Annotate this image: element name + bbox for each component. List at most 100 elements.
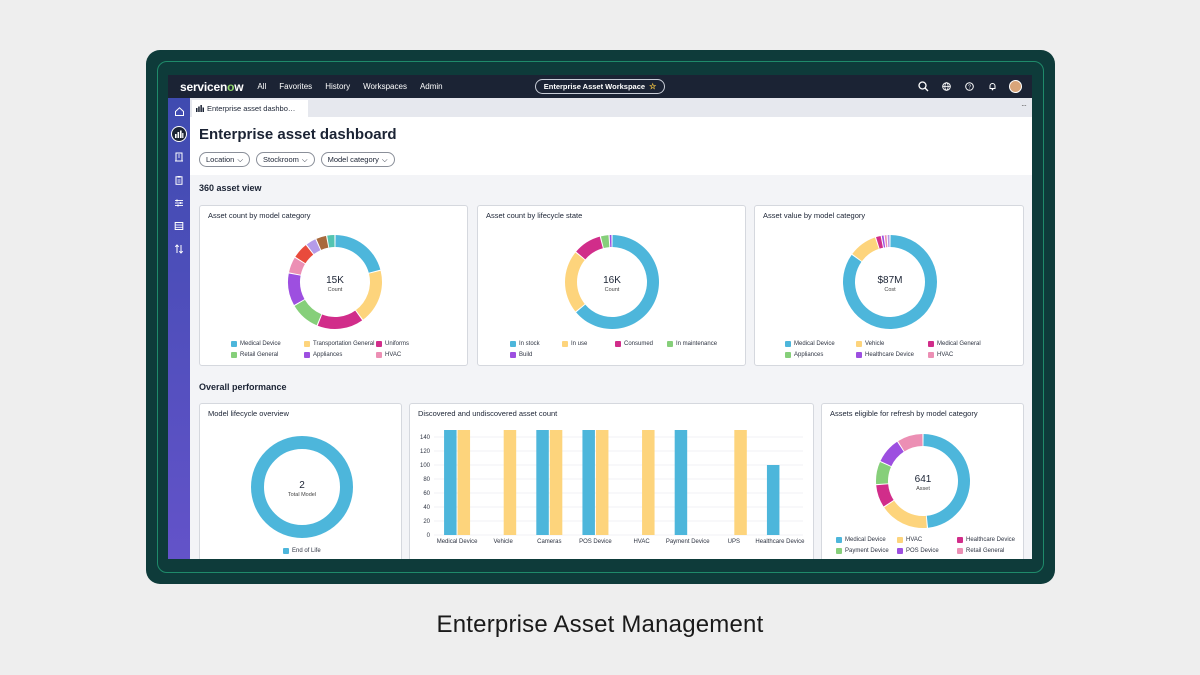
filter-bar: Location ⌵ Stockroom ⌵ Model category ⌵ (199, 152, 395, 167)
bar[interactable] (503, 430, 517, 535)
home-icon[interactable] (171, 103, 187, 119)
y-tick-label: 60 (423, 491, 430, 497)
bar[interactable] (595, 430, 609, 535)
nav-workspaces[interactable]: Workspaces (363, 82, 407, 91)
bar[interactable] (766, 465, 780, 535)
donut-count-by-category[interactable]: 15KCount (287, 234, 383, 330)
legend-item[interactable]: Medical General (928, 341, 981, 347)
donut-segment[interactable] (294, 299, 322, 326)
filter-sliders-icon[interactable] (171, 195, 187, 211)
svg-text:?: ? (967, 84, 970, 90)
donut-segment[interactable] (898, 434, 923, 452)
donut-center-label: Count (328, 287, 343, 293)
donut-segment[interactable] (880, 441, 904, 467)
donut-segment[interactable] (335, 235, 381, 273)
x-tick-label: UPS (728, 539, 740, 545)
dashboard-tab-icon (196, 105, 204, 112)
donut-value-by-category[interactable]: $87MCost (842, 234, 938, 330)
donut-refresh-eligible[interactable]: 641Asset (875, 433, 971, 529)
bar[interactable] (457, 430, 471, 535)
bar[interactable] (549, 430, 563, 535)
donut-segment[interactable] (576, 236, 603, 260)
legend-item[interactable]: Healthcare Device (957, 537, 1015, 543)
legend-item[interactable]: In maintenance (667, 341, 717, 347)
legend-item[interactable]: Payment Device (836, 548, 889, 554)
chevron-down-icon: ⌵ (237, 154, 244, 164)
clipboard-icon[interactable] (171, 172, 187, 188)
chevron-down-icon: ⌵ (301, 154, 308, 164)
legend-item[interactable]: In stock (510, 341, 540, 347)
filter-stockroom[interactable]: Stockroom ⌵ (256, 152, 315, 167)
bar[interactable] (582, 430, 595, 535)
legend-item[interactable]: HVAC (376, 352, 401, 358)
legend-item[interactable]: Medical Device (231, 341, 281, 347)
search-icon[interactable] (916, 79, 930, 93)
legend-item[interactable]: HVAC (928, 352, 953, 358)
legend-item[interactable]: Build (510, 352, 532, 358)
card-title: Discovered and undiscovered asset count (418, 409, 558, 418)
donut-count-by-lifecycle[interactable]: 16KCount (564, 234, 660, 330)
workspace-label: Enterprise Asset Workspace (543, 82, 646, 91)
donut-segment[interactable] (884, 235, 888, 248)
page-title: Enterprise asset dashboard (199, 126, 397, 143)
more-options-icon[interactable]: ··· (1021, 101, 1027, 110)
donut-segment[interactable] (876, 462, 891, 485)
legend-item[interactable]: POS Device (897, 548, 939, 554)
x-tick-label: POS Device (579, 539, 612, 545)
y-tick-label: 0 (427, 533, 431, 539)
legend-item[interactable]: Retail General (957, 548, 1004, 554)
legend-item[interactable]: Consumed (615, 341, 653, 347)
servicenow-logo[interactable]: servicenow (180, 80, 244, 94)
bar[interactable] (536, 430, 549, 535)
legend-item[interactable]: Appliances (785, 352, 823, 358)
bar[interactable] (642, 430, 655, 535)
legend-item[interactable]: Transportation General (304, 341, 374, 347)
legend-item[interactable]: Vehicle (856, 341, 884, 347)
donut-segment[interactable] (327, 235, 335, 248)
nav-favorites[interactable]: Favorites (279, 82, 312, 91)
donut-center-label: Count (605, 287, 620, 293)
building-icon[interactable] (171, 149, 187, 165)
legend-item[interactable]: HVAC (897, 537, 922, 543)
donut-segment[interactable] (852, 237, 879, 262)
dashboard-icon[interactable] (171, 126, 187, 142)
donut-center-label: Cost (884, 287, 896, 293)
legend-item[interactable]: Healthcare Device (856, 352, 914, 358)
nav-admin[interactable]: Admin (420, 82, 443, 91)
donut-segment[interactable] (565, 252, 585, 312)
donut-segment[interactable] (887, 235, 890, 248)
workspace-selector[interactable]: Enterprise Asset Workspace ☆ (535, 79, 665, 94)
legend-item[interactable]: Retail General (231, 352, 278, 358)
legend-item[interactable]: In use (562, 341, 587, 347)
tab-enterprise-asset-dashboard[interactable]: Enterprise asset dashbo… (192, 100, 308, 117)
legend-item[interactable]: Uniforms (376, 341, 409, 347)
y-tick-label: 120 (420, 449, 431, 455)
legend-item[interactable]: Medical Device (785, 341, 835, 347)
star-icon[interactable]: ☆ (649, 82, 656, 91)
list-icon[interactable] (171, 218, 187, 234)
nav-history[interactable]: History (325, 82, 350, 91)
filter-model-category[interactable]: Model category ⌵ (320, 152, 395, 167)
globe-icon[interactable] (939, 79, 953, 93)
bell-icon[interactable] (985, 79, 999, 93)
donut-lifecycle-overview[interactable]: 2Total Model (250, 435, 354, 539)
help-icon[interactable]: ? (962, 79, 976, 93)
donut-segment[interactable] (317, 310, 363, 329)
card-title: Asset count by model category (208, 211, 311, 220)
legend-item[interactable]: End of Life (283, 548, 321, 554)
bar[interactable] (674, 430, 688, 535)
bar[interactable] (444, 430, 457, 535)
user-avatar[interactable] (1008, 79, 1022, 93)
donut-segment[interactable] (288, 273, 305, 305)
filter-location[interactable]: Location ⌵ (199, 152, 251, 167)
left-sidebar (168, 98, 190, 559)
legend-item[interactable]: Medical Device (836, 537, 886, 543)
donut-segment[interactable] (884, 500, 927, 528)
donut-segment[interactable] (355, 270, 382, 320)
legend-item[interactable]: Appliances (304, 352, 342, 358)
y-tick-label: 80 (423, 477, 430, 483)
nav-all[interactable]: All (257, 82, 266, 91)
bar[interactable] (734, 430, 747, 535)
donut-segment[interactable] (609, 235, 612, 248)
transfer-arrows-icon[interactable] (171, 241, 187, 257)
